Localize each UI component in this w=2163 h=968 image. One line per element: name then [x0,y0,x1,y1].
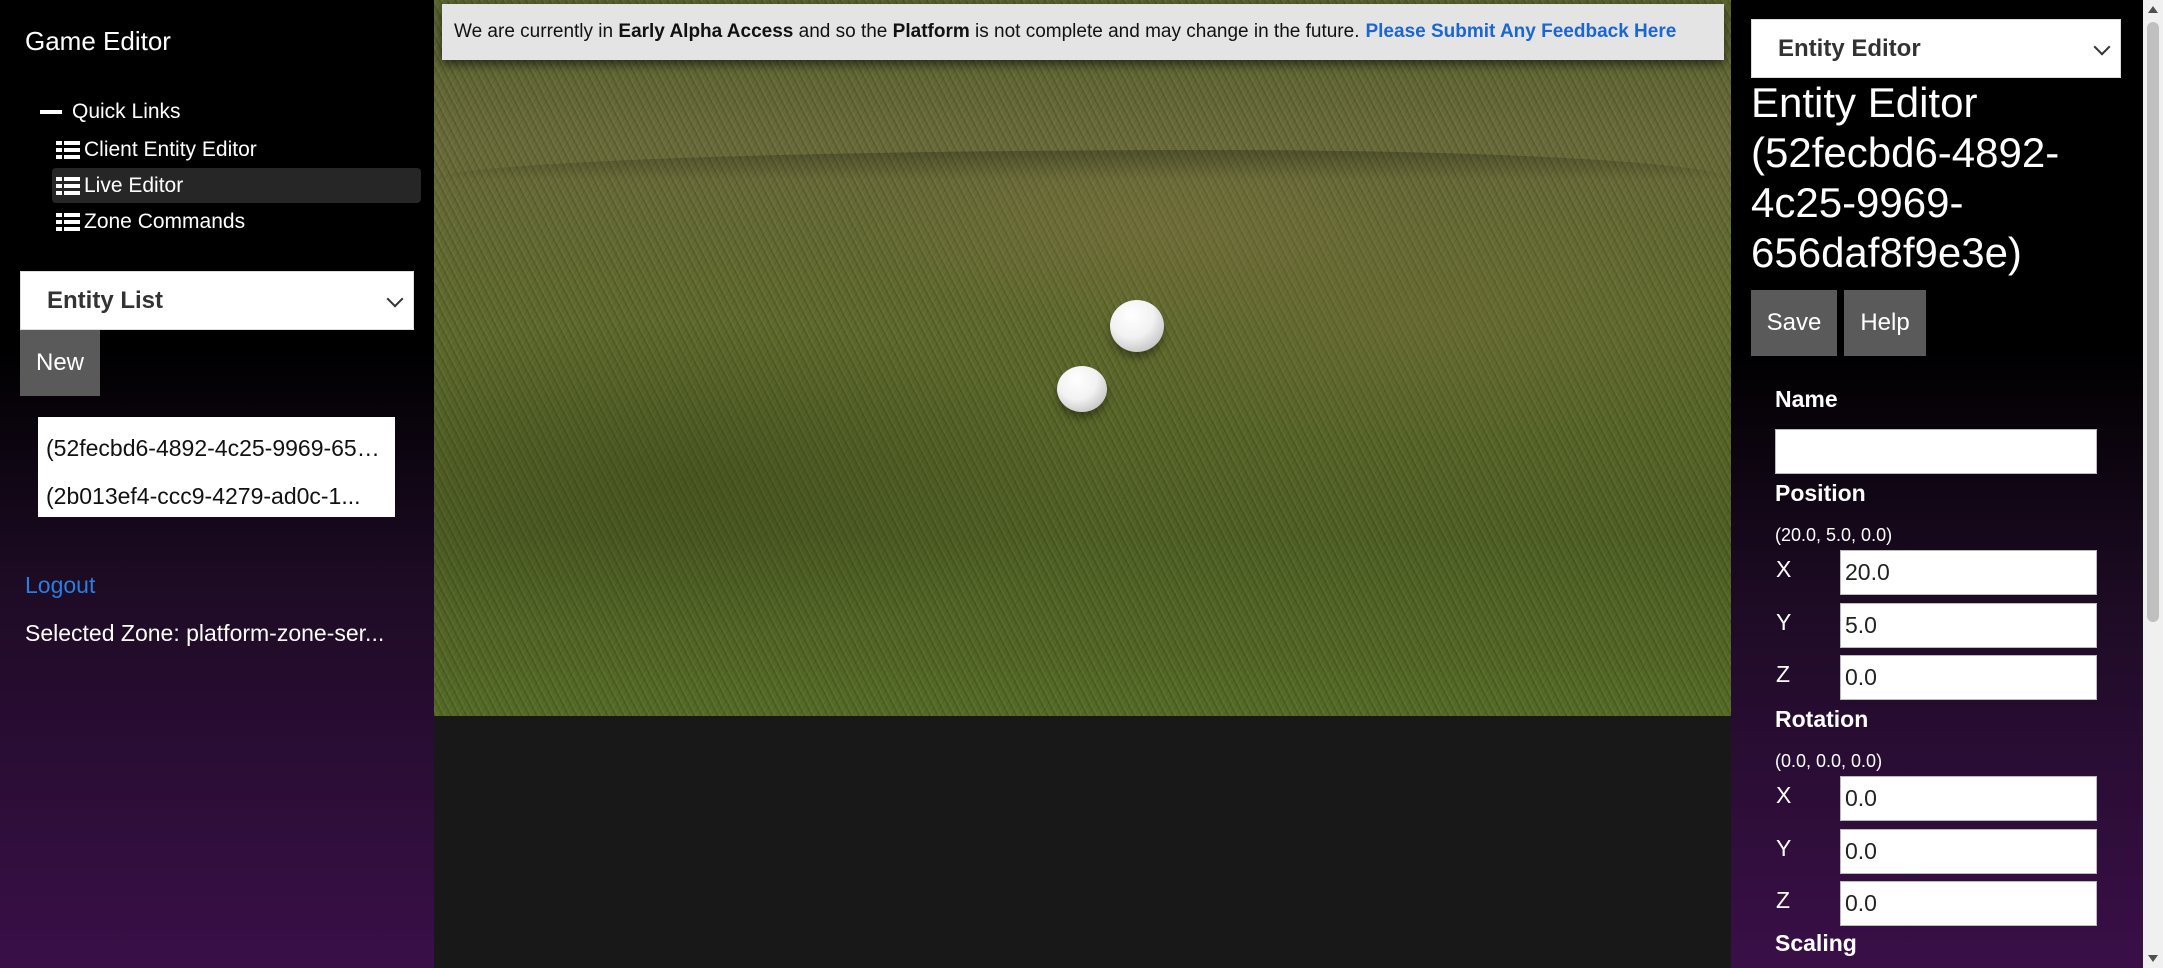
page-scrollbar[interactable] [2143,0,2163,968]
list-icon [56,176,80,195]
quick-link-label: Zone Commands [84,209,246,233]
quick-links-label: Quick Links [72,100,181,123]
quick-link-zone-commands[interactable]: Zone Commands [52,204,421,239]
entity-list-select-value: Entity List [47,286,164,314]
list-item[interactable]: (2b013ef4-ccc9-4279-ad0c-1... [38,475,395,523]
position-z-label: Z [1776,661,1791,687]
rotation-z-field[interactable]: 0.0 [1840,881,2097,926]
position-y-label: Y [1776,609,1792,635]
banner-prefix: We are currently in [454,21,614,42]
left-sidebar: Game Editor Quick Links Client Entity Ed… [0,0,434,968]
entity-editor-title: Entity Editor (52fecbd6-4892-4c25-9969-6… [1751,79,2060,276]
position-z-field[interactable]: 0.0 [1840,655,2097,700]
position-label: Position [1775,480,1866,506]
entity-editor-panel: Entity Editor Entity Editor (52fecbd6-48… [1731,0,2143,968]
help-button[interactable]: Help [1844,290,1926,356]
editor-select[interactable]: Entity Editor [1751,19,2121,78]
scaling-label: Scaling [1775,930,1857,956]
banner-middle: and so the [798,21,888,42]
quick-link-live-editor[interactable]: Live Editor [52,168,421,203]
rotation-x-label: X [1776,782,1792,808]
editor-select-value: Entity Editor [1778,34,1921,62]
collapse-icon[interactable] [40,110,62,114]
position-x-label: X [1776,556,1792,582]
rotation-z-label: Z [1776,887,1791,913]
chevron-down-icon [386,290,404,307]
rotation-value: (0.0, 0.0, 0.0) [1775,751,1883,771]
app-title: Game Editor [25,26,171,56]
position-value: (20.0, 5.0, 0.0) [1775,525,1893,545]
game-viewport[interactable] [434,0,1731,716]
terrain-ridge [434,150,1731,180]
position-y-field[interactable]: 5.0 [1840,603,2097,648]
rotation-y-field[interactable]: 0.0 [1840,829,2097,874]
rotation-label: Rotation [1775,706,1869,732]
new-button[interactable]: New [20,330,100,396]
quick-link-label: Live Editor [84,173,184,197]
quick-link-label: Client Entity Editor [84,137,257,161]
banner-bold-platform: Platform [892,21,970,42]
alpha-banner: We are currently in Early Alpha Access a… [442,4,1724,60]
banner-suffix: is not complete and may change in the fu… [975,21,1360,42]
rotation-x-field[interactable]: 0.0 [1840,776,2097,821]
logout-link[interactable]: Logout [25,572,95,599]
list-item[interactable]: (52fecbd6-4892-4c25-9969-656daf8f9e3e) [38,427,395,475]
position-x-field[interactable]: 20.0 [1840,550,2097,595]
rotation-y-label: Y [1776,835,1792,861]
selected-zone: Selected Zone: platform-zone-ser... [25,620,385,646]
scroll-down-icon[interactable] [2148,955,2158,962]
entity-list-select[interactable]: Entity List [20,271,414,330]
sphere-entity[interactable] [1110,300,1164,352]
viewport-empty-area [434,716,1731,968]
entity-list: (52fecbd6-4892-4c25-9969-656daf8f9e3e) (… [38,417,395,517]
name-label: Name [1775,386,1838,412]
chevron-down-icon [2093,38,2111,55]
sphere-entity[interactable] [1057,366,1107,412]
name-field[interactable] [1775,429,2097,474]
banner-bold-early-access: Early Alpha Access [618,21,794,42]
scroll-thumb[interactable] [2147,22,2159,622]
save-button[interactable]: Save [1751,290,1837,356]
quick-link-client-entity-editor[interactable]: Client Entity Editor [52,132,421,167]
list-icon [56,212,80,231]
quick-links-toggle[interactable]: Quick Links [40,100,181,124]
scroll-up-icon[interactable] [2148,6,2158,13]
list-icon [56,140,80,159]
feedback-link[interactable]: Please Submit Any Feedback Here [1365,21,1676,43]
